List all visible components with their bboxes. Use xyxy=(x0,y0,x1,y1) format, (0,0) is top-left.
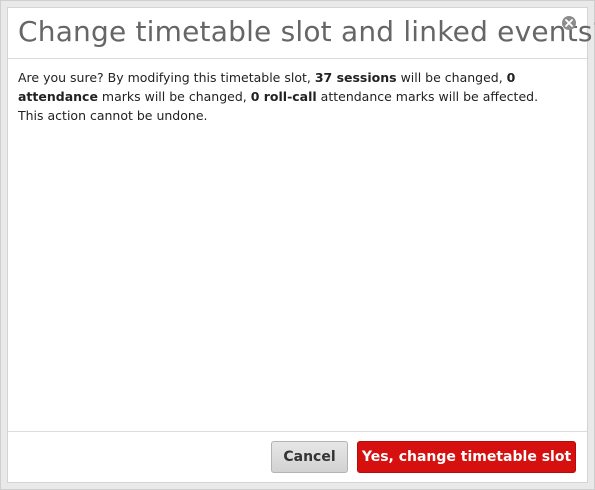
dialog-header: Change timetable slot and linked events? xyxy=(8,8,595,59)
dialog-title: Change timetable slot and linked events? xyxy=(18,15,595,48)
sessions-count: 37 sessions xyxy=(314,70,397,85)
dialog-message: Are you sure? By modifying this timetabl… xyxy=(18,68,558,125)
confirm-change-button[interactable]: Yes, change timetable slot xyxy=(357,441,576,473)
modal-dialog: Change timetable slot and linked events?… xyxy=(0,0,595,490)
message-text: will be changed, xyxy=(396,70,507,85)
message-text: marks will be changed, xyxy=(97,89,251,104)
message-text: Are you sure? By modifying this timetabl… xyxy=(18,70,315,85)
close-button[interactable] xyxy=(562,16,576,30)
dialog-panel: Change timetable slot and linked events?… xyxy=(7,7,595,483)
rollcall-count: 0 roll-call xyxy=(250,89,317,104)
cancel-button[interactable]: Cancel xyxy=(271,441,348,473)
close-icon xyxy=(565,19,573,27)
dialog-footer: Cancel Yes, change timetable slot xyxy=(8,431,587,482)
